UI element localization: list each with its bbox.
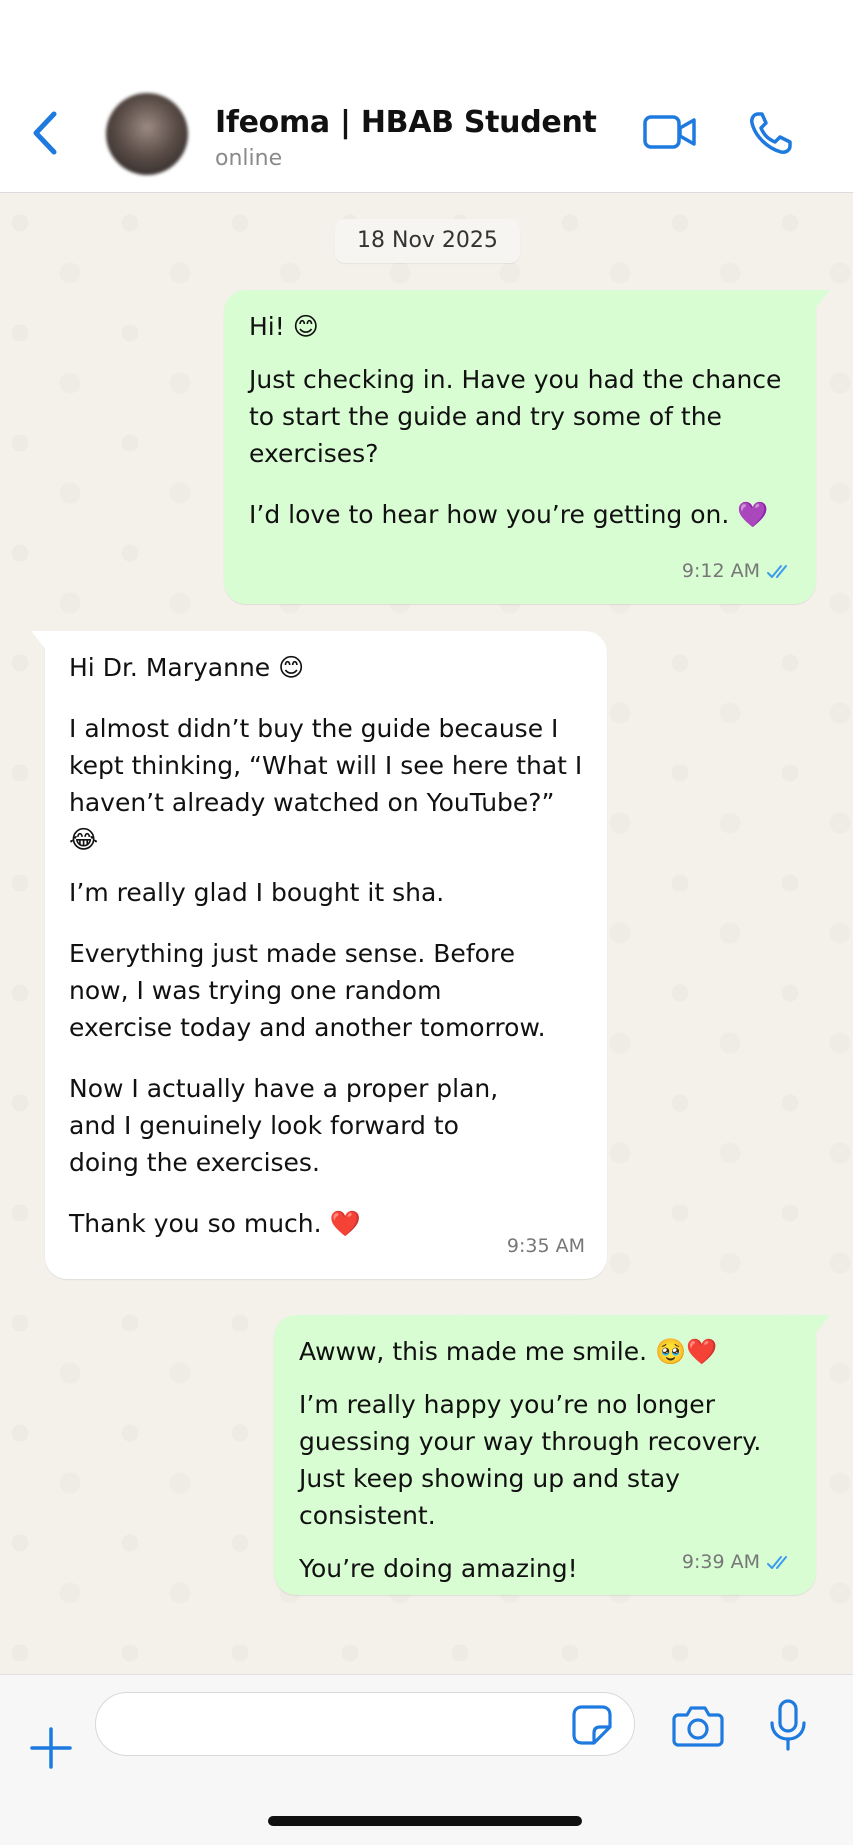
plus-icon: [30, 1727, 72, 1769]
camera-icon: [672, 1706, 724, 1747]
message-meta: 9:35 AM: [507, 1228, 585, 1265]
message-time: 9:35 AM: [506, 1235, 585, 1257]
message-text: I almost didn’t buy the guide because I …: [69, 714, 583, 854]
video-call-icon: [643, 115, 696, 149]
chat-header: Ifeoma | HBAB Student online: [0, 0, 853, 193]
back-chevron-icon: [33, 111, 57, 155]
message-time: 9:39 AM: [681, 1551, 760, 1573]
message-input[interactable]: [95, 1692, 635, 1756]
microphone-button[interactable]: [768, 1699, 808, 1751]
bubble-tail: [31, 631, 47, 651]
contact-name[interactable]: Ifeoma | HBAB Student: [215, 105, 597, 140]
message-text: Now I actually have a proper plan, and I…: [69, 1074, 499, 1177]
message-text: Everything just made sense. Before now, …: [69, 939, 546, 1042]
incoming-message[interactable]: Hi Dr. Maryanne 😊 I almost didn’t buy th…: [31, 631, 607, 1279]
message-text: I’m really happy you’re no longer guessi…: [299, 1390, 762, 1530]
message-text: I’d love to hear how you’re getting on. …: [249, 500, 769, 529]
message-time: 9:12 AM: [681, 560, 760, 582]
avatar[interactable]: [106, 93, 188, 175]
message-text: Just checking in. Have you had the chanc…: [249, 365, 782, 468]
outgoing-message[interactable]: Hi! 😊 Just checking in. Have you had the…: [224, 290, 830, 604]
attach-button[interactable]: [28, 1725, 74, 1771]
outgoing-message[interactable]: Awww, this made me smile. 🥹❤️ I’m really…: [274, 1315, 830, 1595]
composer-bar: [0, 1674, 853, 1845]
camera-button[interactable]: [672, 1703, 724, 1747]
message-text: I’m really glad I bought it sha.: [69, 878, 445, 907]
date-chip: 18 Nov 2025: [335, 219, 520, 263]
video-call-button[interactable]: [642, 112, 698, 152]
voice-call-button[interactable]: [748, 110, 794, 156]
bubble-tail: [814, 1315, 830, 1335]
contact-status: online: [215, 146, 283, 171]
back-button[interactable]: [28, 110, 62, 156]
double-check-icon: [767, 564, 787, 578]
microphone-icon: [770, 1699, 806, 1751]
home-indicator[interactable]: [268, 1816, 582, 1826]
sticker-button[interactable]: [570, 1703, 614, 1747]
message-text: Hi! 😊: [249, 312, 319, 341]
chat-area[interactable]: 18 Nov 2025 Hi! 😊 Just checking in. Have…: [0, 193, 853, 1673]
phone-icon: [750, 112, 792, 154]
sticker-icon: [572, 1705, 612, 1745]
message-text: Awww, this made me smile. 🥹❤️: [299, 1337, 718, 1366]
double-check-icon: [767, 1555, 787, 1569]
bubble-tail: [814, 290, 830, 310]
message-meta: 9:12 AM: [682, 553, 794, 590]
message-text: Hi Dr. Maryanne 😊: [69, 653, 305, 682]
message-meta: 9:39 AM: [682, 1544, 794, 1581]
